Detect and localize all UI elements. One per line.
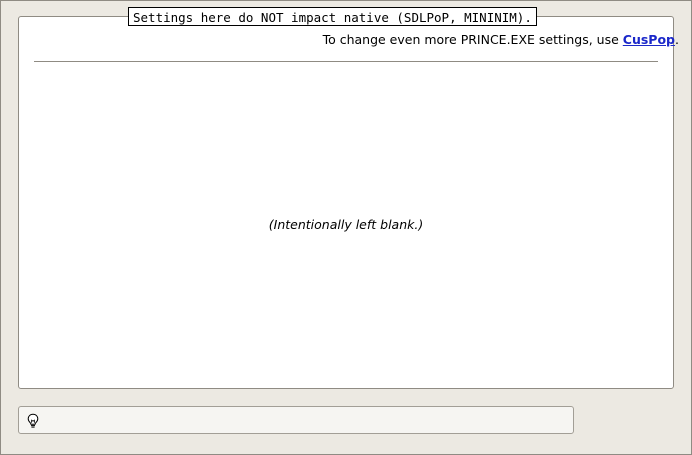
lightbulb-icon <box>27 413 39 428</box>
status-bar <box>18 406 574 434</box>
info-text: To change even more PRINCE.EXE settings,… <box>322 32 623 47</box>
intentionally-blank-note: (Intentionally left blank.) <box>268 217 424 232</box>
divider <box>34 61 658 62</box>
info-suffix: . <box>675 32 679 47</box>
settings-group-panel <box>18 16 674 389</box>
cuspop-info-line: To change even more PRINCE.EXE settings,… <box>323 32 679 47</box>
settings-group-legend: Settings here do NOT impact native (SDLP… <box>128 7 537 26</box>
cuspop-link[interactable]: CusPop <box>623 32 675 47</box>
